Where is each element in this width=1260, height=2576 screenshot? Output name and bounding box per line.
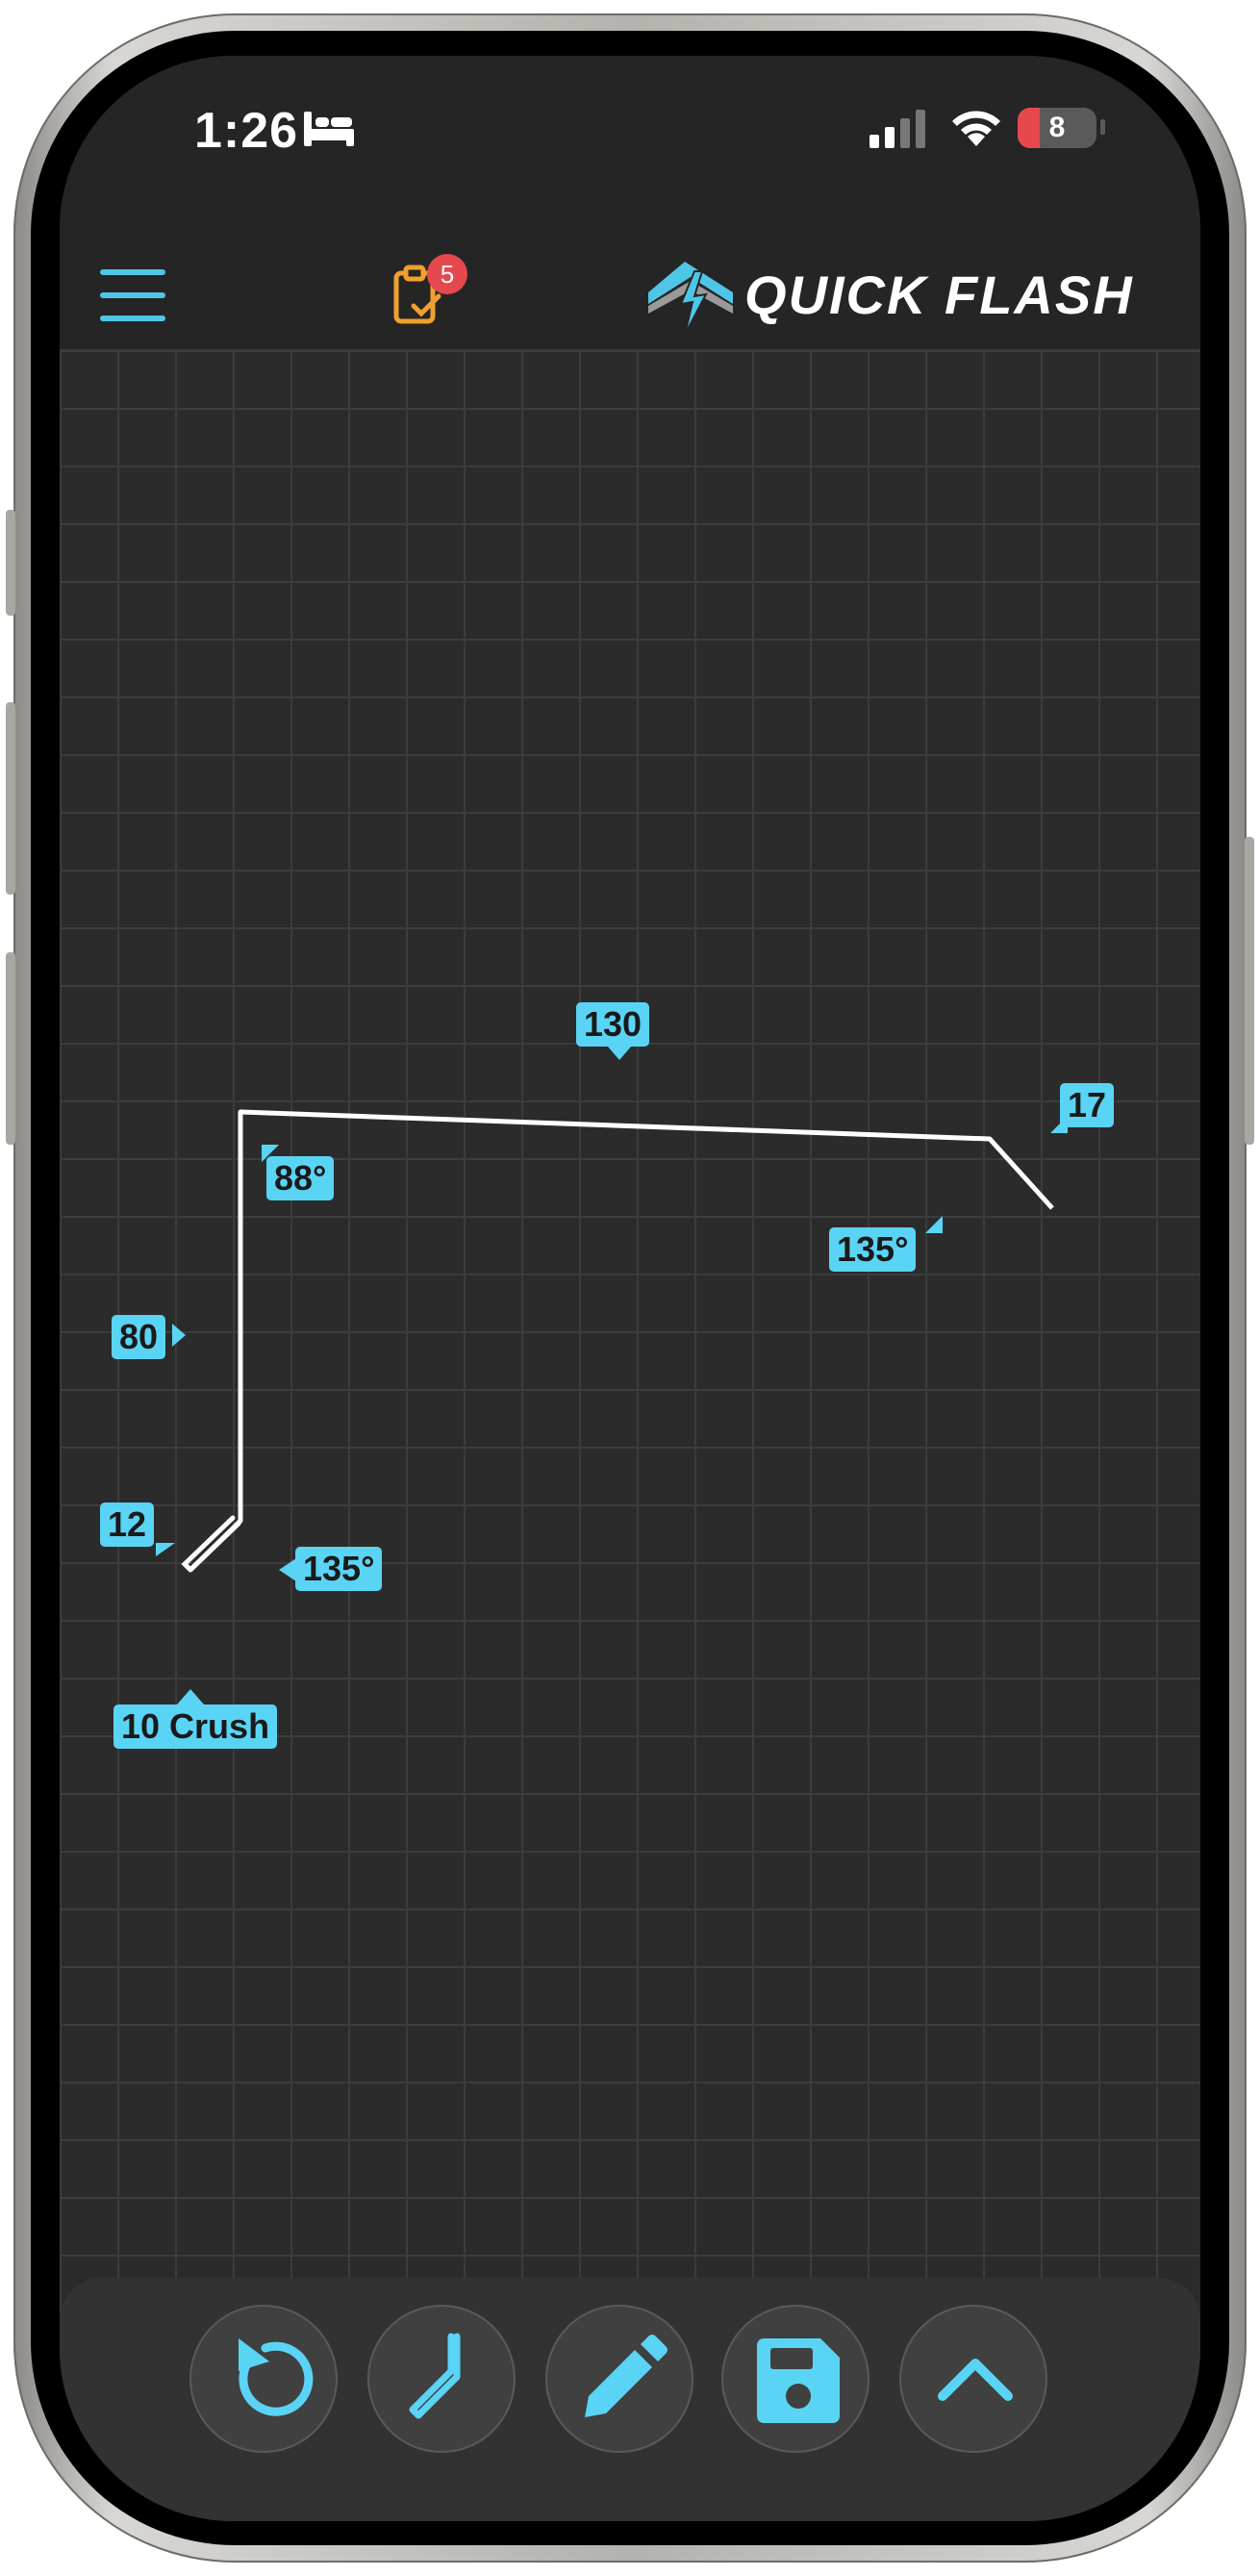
bottom-angle-label[interactable]: 135° <box>295 1547 383 1591</box>
left-segment-label-pointer <box>172 1324 186 1347</box>
hamburger-menu-icon[interactable] <box>100 269 165 321</box>
app-logo-text: QUICK FLASH <box>744 265 1134 325</box>
bed-icon <box>304 112 354 146</box>
crush-hem-line[interactable] <box>181 1515 241 1573</box>
crush-label-pointer <box>177 1689 204 1705</box>
flashing-profile-drawing <box>181 1109 1054 1573</box>
bottom-angle-label-pointer <box>279 1558 296 1581</box>
top-right-angle-label-pointer <box>925 1216 943 1233</box>
phone-screen: 1:26 8 5 QUICK FLASH 130 17 88° 135° 80 … <box>60 56 1200 2521</box>
volume-down-button <box>6 952 15 1145</box>
top-right-angle-label[interactable]: 135° <box>829 1227 917 1272</box>
save-button[interactable] <box>721 2305 869 2453</box>
top-left-angle-label-pointer <box>262 1145 279 1162</box>
action-button <box>6 510 15 616</box>
status-bar: 1:26 8 <box>60 56 1200 200</box>
wifi-icon <box>952 111 1000 146</box>
right-segment-label[interactable]: 17 <box>1060 1083 1115 1127</box>
bottom-toolbar <box>60 2278 1200 2521</box>
tasks-badge: 5 <box>427 254 467 294</box>
pencil-icon <box>585 2335 668 2417</box>
drawing-canvas[interactable]: 130 17 88° 135° 80 12 135° 10 Crush <box>60 350 1200 2521</box>
bend-line-icon <box>409 2333 461 2419</box>
left-segment-label[interactable]: 80 <box>112 1315 166 1359</box>
floppy-disk-icon <box>757 2338 840 2423</box>
bend-tool-button[interactable] <box>367 2305 516 2453</box>
volume-up-button <box>6 702 15 895</box>
top-segment-label-pointer <box>608 1047 631 1060</box>
top-segment-label[interactable]: 130 <box>576 1002 650 1047</box>
expand-button[interactable] <box>899 2305 1047 2453</box>
undo-button[interactable] <box>189 2305 338 2453</box>
battery-tip <box>1100 119 1105 135</box>
edit-button[interactable] <box>545 2305 693 2453</box>
crush-label[interactable]: 10 Crush <box>113 1705 278 1749</box>
status-time: 1:26 <box>194 103 299 159</box>
app-header: 5 QUICK FLASH <box>60 200 1200 351</box>
quick-flash-logo-icon <box>648 262 733 336</box>
top-left-angle-label[interactable]: 88° <box>266 1156 335 1200</box>
hem-segment-label[interactable]: 12 <box>100 1503 155 1547</box>
power-button <box>1245 837 1254 1145</box>
undo-icon <box>239 2338 314 2416</box>
battery-level-text: 8 <box>1048 112 1066 143</box>
cellular-signal-icon <box>869 110 925 148</box>
chevron-up-icon <box>938 2359 1013 2401</box>
right-segment-label-pointer <box>1050 1116 1068 1133</box>
battery-icon: 8 <box>1018 108 1096 148</box>
hem-segment-label-pointer <box>156 1543 175 1556</box>
